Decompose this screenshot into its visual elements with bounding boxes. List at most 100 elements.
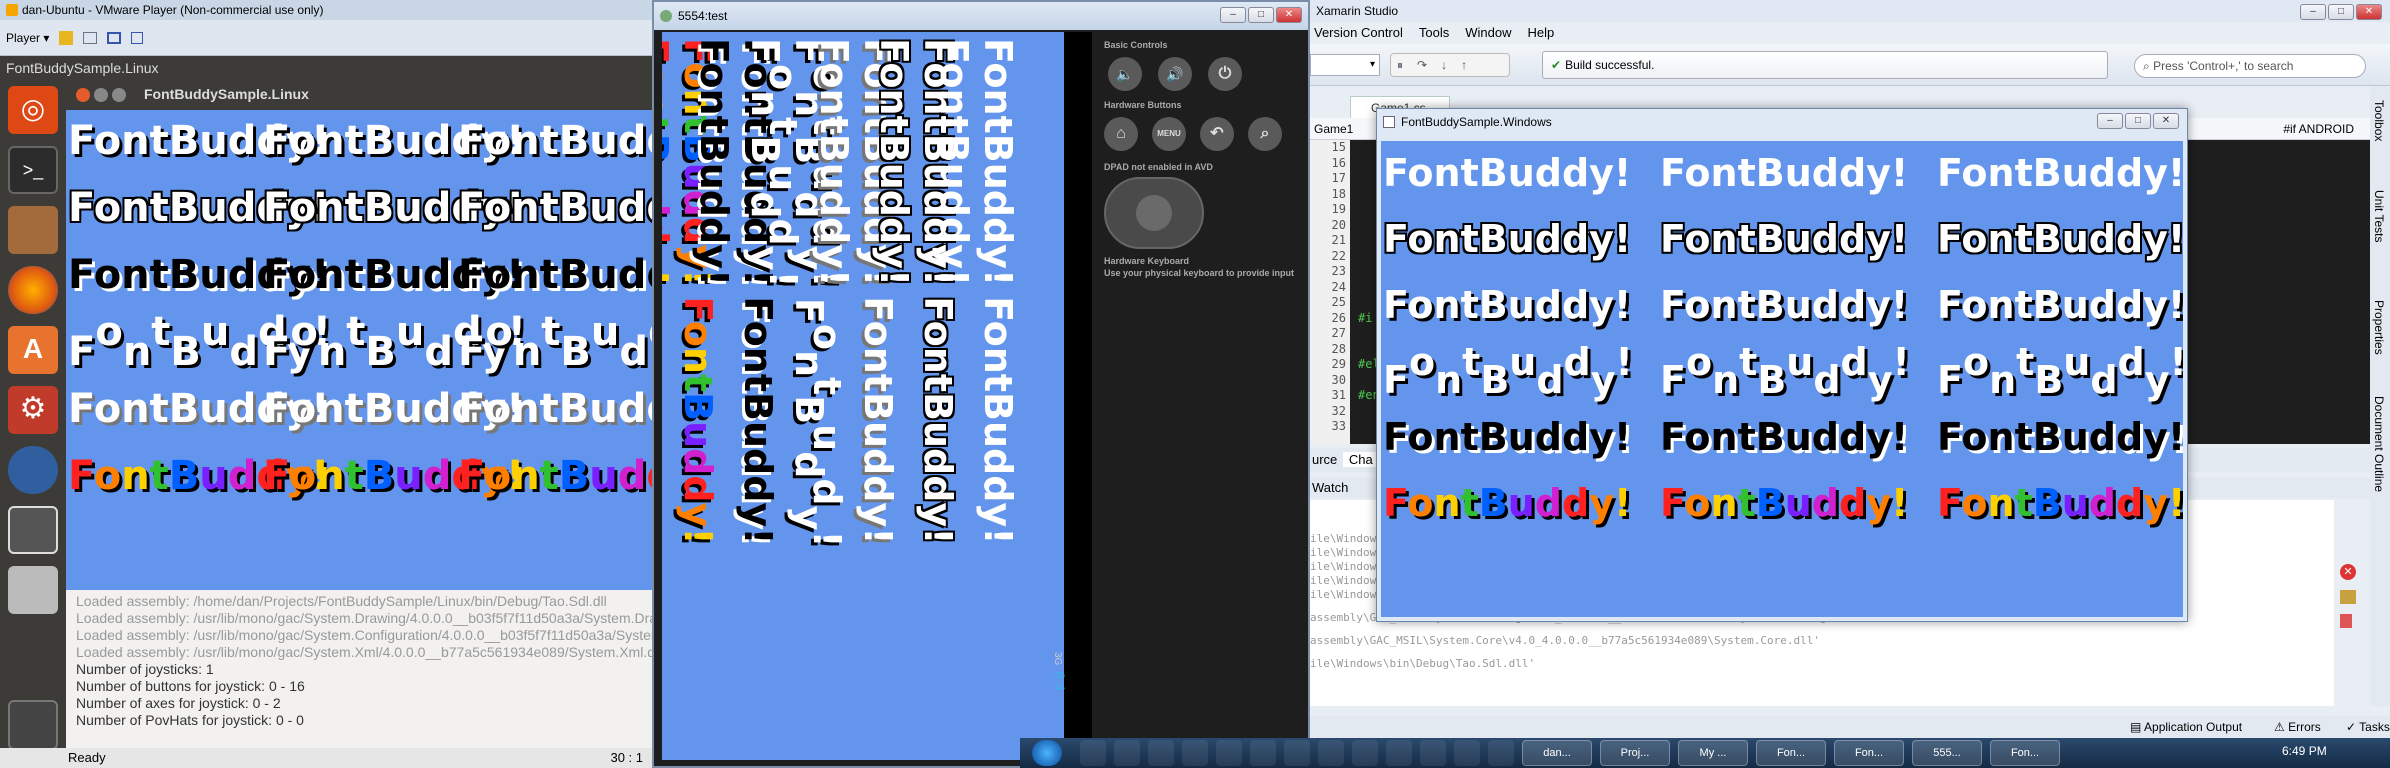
menu-help[interactable]: Help: [1528, 22, 1555, 44]
line-number-gutter: 15 16 17 18 19 20 21 22 23 24 25 26 27 28 29 30 31 32 33: [1310, 140, 1350, 444]
player-menu[interactable]: Player ▾: [6, 31, 49, 45]
unity-icon[interactable]: [131, 31, 144, 44]
pad-tab-source[interactable]: urce: [1310, 452, 1339, 467]
close-button[interactable]: ✕: [2153, 113, 2179, 129]
git-icon[interactable]: [1488, 740, 1514, 766]
step-out-icon[interactable]: ↑: [1461, 58, 1481, 72]
maximize-button[interactable]: □: [2328, 4, 2354, 20]
define-selector[interactable]: #if ANDROID: [2283, 118, 2354, 140]
firefox-icon[interactable]: [1148, 740, 1174, 766]
minimize-button[interactable]: –: [2300, 4, 2326, 20]
pad-tab-changes[interactable]: Cha: [1342, 452, 1379, 467]
side-pad-toolbox[interactable]: Toolbox: [2372, 100, 2386, 141]
stop-icon[interactable]: ✕: [2340, 564, 2356, 580]
pause-icon[interactable]: [59, 30, 74, 45]
step-over-icon[interactable]: ↷: [1417, 58, 1441, 72]
menu-tools[interactable]: Tools: [1419, 22, 1449, 44]
launcher-terminal-icon[interactable]: >_: [8, 146, 58, 194]
taskbar-item[interactable]: My ...: [1678, 740, 1748, 766]
config-dropdown[interactable]: ▾: [1310, 54, 1380, 76]
paint-icon[interactable]: [1182, 740, 1208, 766]
search-icon[interactable]: ⌕: [1248, 117, 1282, 151]
back-icon[interactable]: ↶: [1200, 117, 1234, 151]
line-number: 25: [1331, 295, 1346, 309]
linux-sample-titlebar: FontBuddySample.Linux: [66, 80, 655, 110]
minimize-button[interactable]: –: [1220, 7, 1246, 23]
pause-icon[interactable]: ⏸: [1397, 58, 1417, 72]
launcher-drive-icon[interactable]: [8, 566, 58, 614]
build-status-box: ✔ Build successful.: [1542, 51, 2108, 79]
taskbar-item[interactable]: Proj...: [1600, 740, 1670, 766]
side-pad-unit-tests[interactable]: Unit Tests: [2372, 190, 2386, 242]
output-icon: ▤: [2130, 720, 2145, 734]
console-icon[interactable]: [1284, 740, 1310, 766]
global-search[interactable]: ⌕ Press 'Control+,' to search: [2134, 54, 2366, 78]
launcher-software-center-icon[interactable]: A: [8, 326, 58, 374]
volume-down-icon[interactable]: 🔈: [1108, 57, 1142, 91]
pad-application-output[interactable]: ▤ Application Output: [2130, 716, 2242, 738]
close-icon[interactable]: [76, 88, 90, 102]
android-status-bar: 3G6:4: [1052, 32, 1092, 760]
home-icon[interactable]: ⌂: [1104, 117, 1138, 151]
volume-up-icon[interactable]: 🔊: [1158, 57, 1192, 91]
power-icon[interactable]: ⏻: [1208, 57, 1242, 91]
launcher-firefox-icon[interactable]: [8, 266, 58, 314]
fullscreen-icon[interactable]: [107, 31, 122, 44]
ie-icon[interactable]: [1216, 740, 1242, 766]
xamarin-icon[interactable]: [1386, 740, 1412, 766]
media-player-icon[interactable]: [1114, 740, 1140, 766]
vs-icon[interactable]: [1454, 740, 1480, 766]
side-pad-document-outline[interactable]: Document Outline: [2372, 396, 2386, 492]
taskbar-item[interactable]: 555...: [1912, 740, 1982, 766]
app-icon[interactable]: [1318, 740, 1344, 766]
maximize-icon[interactable]: [112, 88, 126, 102]
console-line: Loaded assembly: /usr/lib/mono/gac/Syste…: [76, 627, 655, 643]
windows-sample-title: FontBuddySample.Windows: [1401, 115, 1552, 129]
android-window-icon: [660, 10, 672, 22]
pad-tasks[interactable]: ✓ Tasks: [2346, 716, 2390, 738]
menu-version-control[interactable]: Version Control: [1314, 22, 1403, 44]
vmware-icon[interactable]: [1080, 740, 1106, 766]
side-pad-properties[interactable]: Properties: [2372, 300, 2386, 355]
emulator-controls: Basic Controls 🔈 🔊 ⏻ Hardware Buttons ⌂ …: [1094, 32, 1306, 760]
pad-errors[interactable]: ⚠ Errors: [2274, 716, 2321, 738]
fontbuddy-sample-text: FontBuddy!: [1383, 217, 1632, 261]
launcher-settings-icon[interactable]: ⚙: [8, 386, 58, 434]
dpad-note: DPAD not enabled in AVD: [1104, 162, 1213, 172]
minimize-icon[interactable]: [94, 88, 108, 102]
launcher-trash-icon[interactable]: [8, 700, 58, 750]
start-button[interactable]: [1032, 740, 1062, 766]
menu-window[interactable]: Window: [1465, 22, 1511, 44]
files-icon[interactable]: [1250, 740, 1276, 766]
search-icon: ⌕: [2143, 59, 2150, 73]
breadcrumb-class[interactable]: Game1: [1314, 122, 1353, 136]
menu-button[interactable]: MENU: [1152, 117, 1186, 151]
chrome-icon[interactable]: [1420, 740, 1446, 766]
search-input[interactable]: Press 'Control+,' to search: [2153, 59, 2293, 73]
minimize-button[interactable]: –: [2097, 113, 2123, 129]
close-button[interactable]: ✕: [2356, 4, 2382, 20]
watch-label: Watch: [1312, 480, 1349, 495]
send-ctrl-alt-del-icon[interactable]: [83, 31, 98, 44]
taskbar-item[interactable]: Fon...: [1756, 740, 1826, 766]
windows-sample-canvas: FontBuddy! FontBuddy! FontBuddy! FontBuddy!…: [1381, 141, 2183, 617]
close-button[interactable]: ✕: [1276, 7, 1302, 23]
clear-icon[interactable]: [2340, 590, 2356, 604]
taskbar-item[interactable]: dan...: [1522, 740, 1592, 766]
taskbar-item[interactable]: Fon...: [1990, 740, 2060, 766]
line-number: 30: [1331, 372, 1346, 387]
launcher-ubuntu-icon[interactable]: ◎: [8, 86, 58, 134]
vmware-window: dan-Ubuntu - VMware Player (Non-commerci…: [0, 0, 655, 768]
pin-icon[interactable]: [2340, 614, 2352, 628]
vmware-statusbar: Ready 30 : 1: [0, 748, 655, 768]
maximize-button[interactable]: □: [2125, 113, 2151, 129]
taskbar-item[interactable]: Fon...: [1834, 740, 1904, 766]
launcher-monodevelop-icon[interactable]: [8, 446, 58, 494]
launcher-files-icon[interactable]: [8, 206, 58, 254]
launcher-app-icon[interactable]: [8, 506, 58, 554]
maximize-button[interactable]: □: [1248, 7, 1274, 23]
step-into-icon[interactable]: ↓: [1441, 58, 1461, 72]
unity-icon[interactable]: [1352, 740, 1378, 766]
dpad-control[interactable]: [1104, 177, 1204, 249]
fontbuddy-sample-text: FontBuddy!: [976, 296, 1020, 545]
